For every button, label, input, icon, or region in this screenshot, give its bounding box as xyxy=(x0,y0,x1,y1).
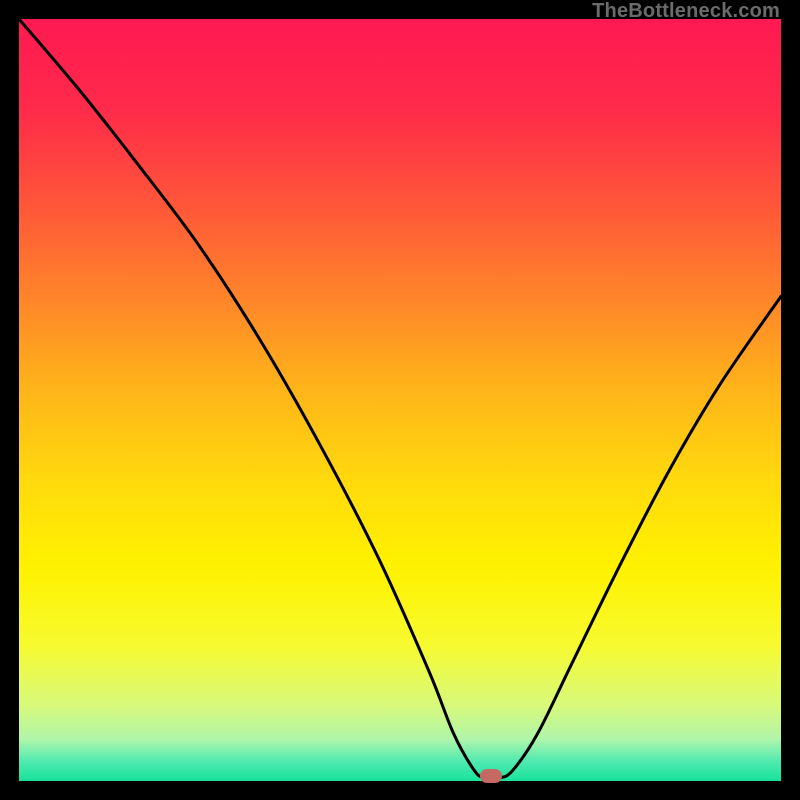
watermark-text: TheBottleneck.com xyxy=(592,0,780,23)
optimal-point-marker xyxy=(480,769,502,783)
chart-stage: TheBottleneck.com xyxy=(0,0,800,800)
bottleneck-curve xyxy=(19,19,781,781)
plot-area xyxy=(19,19,781,781)
